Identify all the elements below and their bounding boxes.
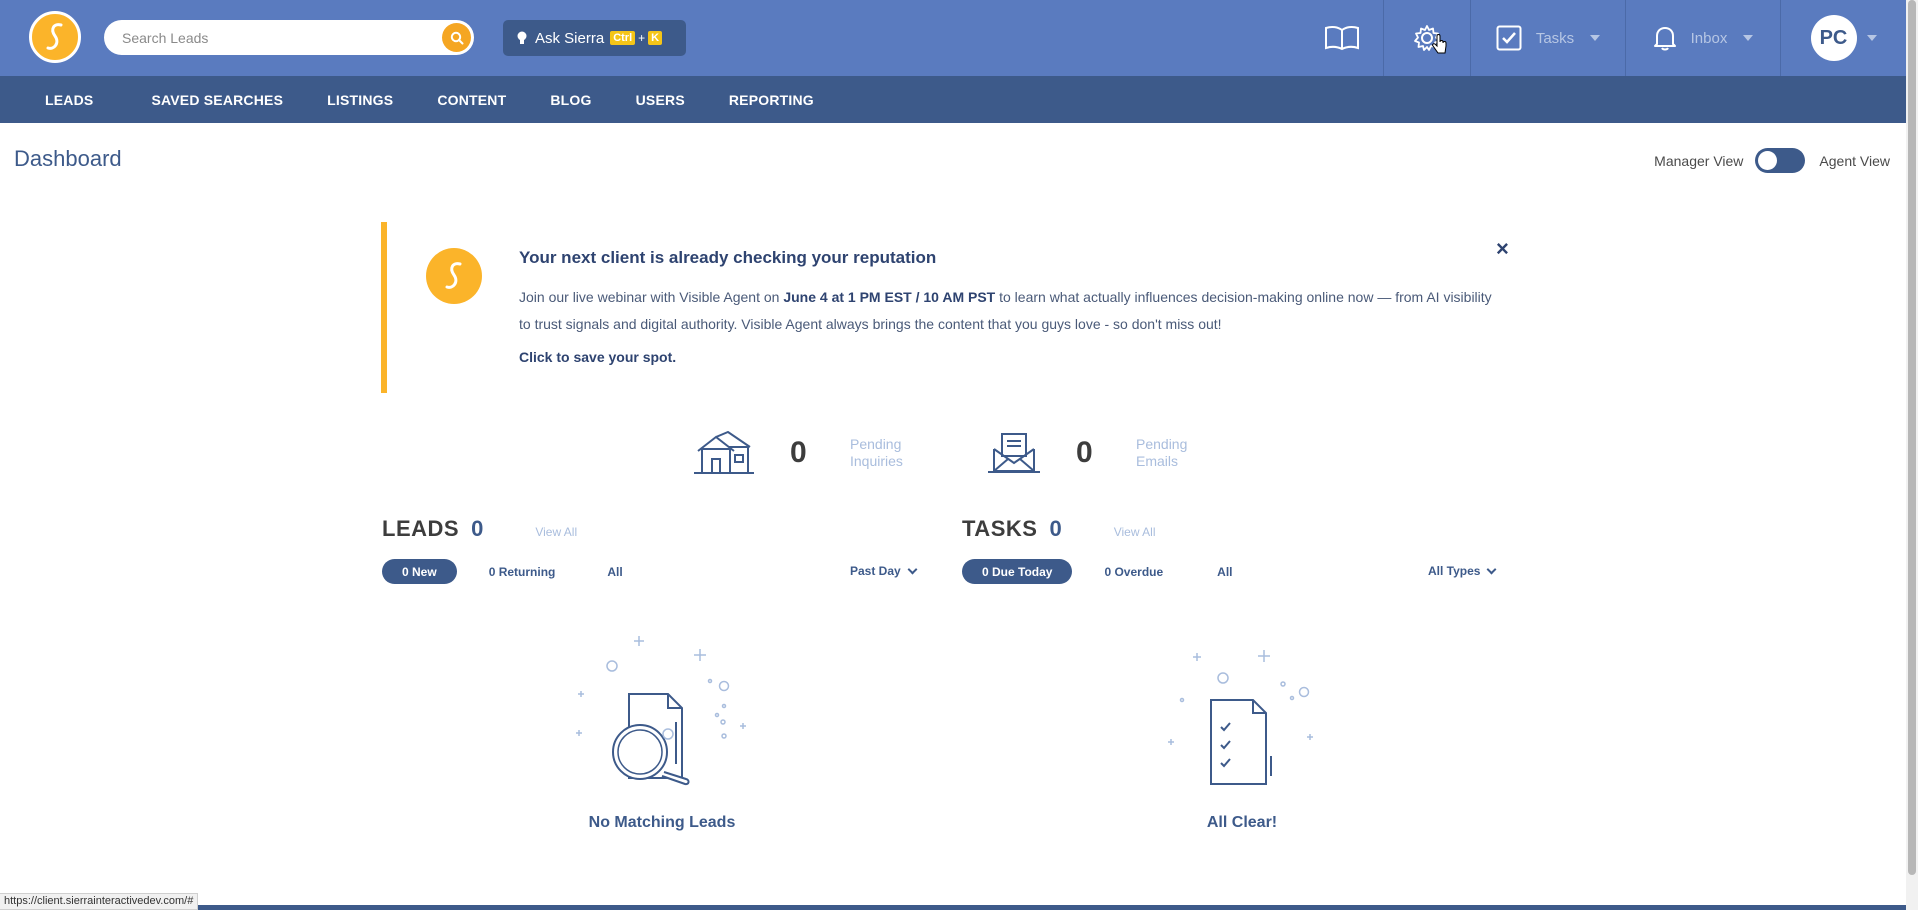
checklist-icon: [1168, 650, 1313, 785]
tasks-filter-due-today[interactable]: 0 Due Today: [962, 559, 1073, 584]
tasks-filter-overdue[interactable]: 0 Overdue: [1104, 565, 1163, 579]
close-icon[interactable]: ×: [1496, 236, 1509, 262]
shortcut-plus: +: [638, 31, 646, 45]
chevron-down-icon: [1866, 35, 1877, 41]
leads-filters: 0 New 0 Returning All: [382, 559, 623, 584]
inbox-menu[interactable]: Inbox: [1625, 0, 1780, 76]
status-bar-url: https://client.sierrainteractivedev.com/…: [0, 893, 199, 910]
nav-leads[interactable]: LEADS: [0, 92, 129, 108]
footer-bar: [0, 905, 1906, 910]
ask-sierra-label: Ask Sierra: [535, 29, 605, 47]
page-scrollbar[interactable]: [1906, 0, 1918, 910]
pending-inquiries-label: Pending Inquiries: [850, 436, 920, 470]
document-magnifier-icon: [576, 636, 746, 786]
leads-empty-caption: No Matching Leads: [588, 814, 736, 831]
chevron-down-icon: [1743, 35, 1754, 41]
leads-period-label: Past Day: [850, 564, 901, 578]
leads-filter-returning[interactable]: 0 Returning: [489, 565, 556, 579]
banner-body-date: June 4 at 1 PM EST / 10 AM PST: [783, 289, 996, 305]
banner-cta-link[interactable]: Click to save your spot.: [519, 349, 676, 365]
tasks-title: TASKS: [962, 516, 1038, 541]
nav-blog[interactable]: BLOG: [528, 92, 613, 108]
tasks-empty-caption: All Clear!: [1206, 814, 1278, 831]
pending-inquiries-label-1: Pending: [850, 436, 902, 452]
tasks-types-label: All Types: [1428, 564, 1481, 578]
envelope-icon: [988, 433, 1040, 473]
top-bar: Ask Sierra Ctrl + K Tasks Inbox PC: [0, 0, 1906, 76]
leads-count: 0: [471, 516, 484, 541]
manager-view-label[interactable]: Manager View: [1654, 153, 1743, 169]
leads-period-dropdown[interactable]: Past Day: [850, 564, 918, 578]
pending-inquiries-count: 0: [790, 436, 807, 469]
chevron-down-icon: [907, 564, 918, 574]
view-switch[interactable]: [1755, 148, 1806, 173]
pending-emails-stat[interactable]: 0 Pending Emails: [988, 431, 1206, 475]
leads-section-header: LEADS 0 View All: [382, 516, 577, 542]
page-title: Dashboard: [14, 146, 122, 171]
user-menu[interactable]: PC: [1780, 0, 1906, 76]
main-nav: LEADS SAVED SEARCHES LISTINGS CONTENT BL…: [0, 76, 1906, 123]
pending-emails-label-2: Emails: [1136, 453, 1179, 469]
tasks-types-dropdown[interactable]: All Types: [1428, 564, 1497, 578]
shortcut-key: K: [648, 31, 663, 45]
leads-empty-state: No Matching Leads: [562, 624, 762, 831]
tasks-section-header: TASKS 0 View All: [962, 516, 1156, 542]
inbox-label: Inbox: [1690, 29, 1728, 47]
pending-emails-label: Pending Emails: [1136, 436, 1206, 470]
switch-knob: [1758, 151, 1778, 170]
house-icon: [694, 431, 754, 474]
nav-saved-searches[interactable]: SAVED SEARCHES: [129, 92, 305, 108]
pending-inquiries-label-2: Inquiries: [850, 453, 903, 469]
sierra-logo: [426, 248, 482, 304]
search-icon: [450, 31, 463, 44]
agent-view-label[interactable]: Agent View: [1819, 153, 1890, 169]
scrollbar-thumb[interactable]: [1908, 0, 1916, 875]
help-button[interactable]: [1300, 0, 1383, 76]
avatar: PC: [1810, 15, 1857, 61]
tasks-label: Tasks: [1535, 29, 1575, 47]
search-input[interactable]: [122, 28, 422, 48]
leads-view-all-link[interactable]: View All: [535, 525, 577, 539]
shortcut-ctrl: Ctrl: [610, 31, 636, 45]
view-toggle: Manager View Agent View: [1654, 148, 1890, 173]
tasks-empty-state: All Clear!: [1142, 624, 1342, 831]
pending-inquiries-stat[interactable]: 0 Pending Inquiries: [694, 431, 920, 475]
tasks-view-all-link[interactable]: View All: [1114, 525, 1156, 539]
pending-emails-label-1: Pending: [1136, 436, 1188, 452]
chevron-down-icon: [1487, 564, 1497, 574]
ask-sierra-button[interactable]: Ask Sierra Ctrl + K: [503, 20, 686, 56]
chevron-down-icon: [1590, 35, 1601, 41]
sierra-logo[interactable]: [29, 11, 81, 63]
nav-listings[interactable]: LISTINGS: [305, 92, 415, 108]
banner-body: Join our live webinar with Visible Agent…: [519, 284, 1499, 338]
banner-body-pre: Join our live webinar with Visible Agent…: [519, 289, 784, 305]
pending-emails-count: 0: [1076, 436, 1093, 469]
leads-filter-new[interactable]: 0 New: [382, 559, 457, 584]
banner-title: Your next client is already checking you…: [519, 248, 937, 267]
book-icon: [1324, 25, 1359, 51]
lightbulb-icon: [517, 31, 527, 44]
tasks-count: 0: [1049, 516, 1062, 541]
hand-cursor-icon: [1432, 34, 1447, 54]
search-box: [104, 20, 474, 55]
webinar-banner[interactable]: Your next client is already checking you…: [381, 222, 1511, 393]
nav-users[interactable]: USERS: [614, 92, 707, 108]
settings-button[interactable]: [1383, 0, 1470, 76]
nav-reporting[interactable]: REPORTING: [707, 92, 836, 108]
leads-title: LEADS: [382, 516, 460, 541]
tasks-filters: 0 Due Today 0 Overdue All: [962, 559, 1233, 584]
bell-icon: [1653, 27, 1676, 51]
nav-content[interactable]: CONTENT: [415, 92, 528, 108]
tasks-menu[interactable]: Tasks: [1470, 0, 1625, 76]
search-button[interactable]: [442, 23, 471, 52]
checkbox-icon: [1496, 25, 1522, 51]
leads-filter-all[interactable]: All: [607, 565, 622, 579]
tasks-filter-all[interactable]: All: [1217, 565, 1232, 579]
